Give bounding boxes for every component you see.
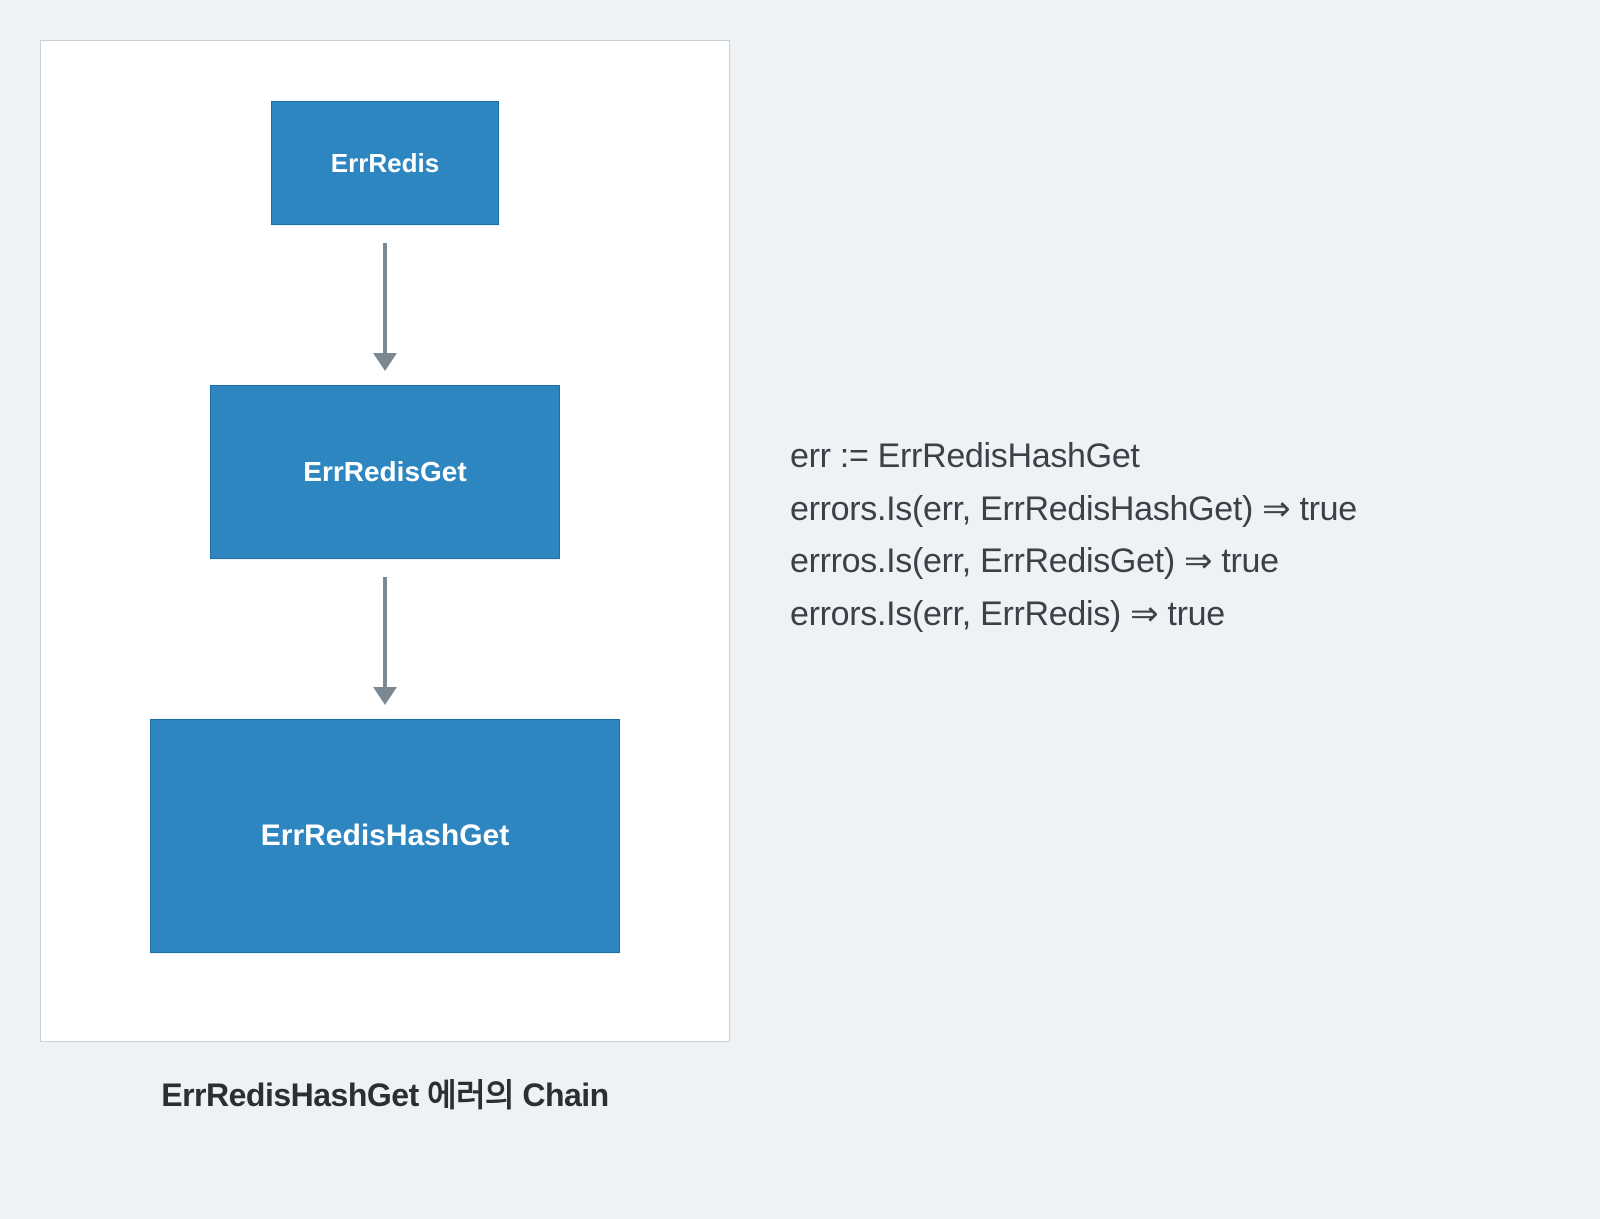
diagram-column: ErrRedis ErrRedisGet ErrRedisHashGet Err… xyxy=(40,40,730,1116)
node-label: ErrRedisHashGet xyxy=(261,819,509,853)
node-label: ErrRedisGet xyxy=(303,456,466,488)
code-explanation: err := ErrRedisHashGet errors.Is(err, Er… xyxy=(790,430,1357,641)
arrow-down-icon xyxy=(373,577,397,705)
diagram-frame: ErrRedis ErrRedisGet ErrRedisHashGet xyxy=(40,40,730,1042)
node-err-redis: ErrRedis xyxy=(271,101,499,225)
code-line: errors.Is(err, ErrRedis) ⇒ true xyxy=(790,588,1357,641)
code-line: err := ErrRedisHashGet xyxy=(790,430,1357,483)
arrow-down-icon xyxy=(373,243,397,371)
diagram-caption: ErrRedisHashGet 에러의 Chain xyxy=(161,1070,608,1116)
code-line: errros.Is(err, ErrRedisGet) ⇒ true xyxy=(790,535,1357,588)
node-err-redis-hash-get: ErrRedisHashGet xyxy=(150,719,620,953)
node-label: ErrRedis xyxy=(331,148,439,179)
node-err-redis-get: ErrRedisGet xyxy=(210,385,560,559)
code-line: errors.Is(err, ErrRedisHashGet) ⇒ true xyxy=(790,483,1357,536)
